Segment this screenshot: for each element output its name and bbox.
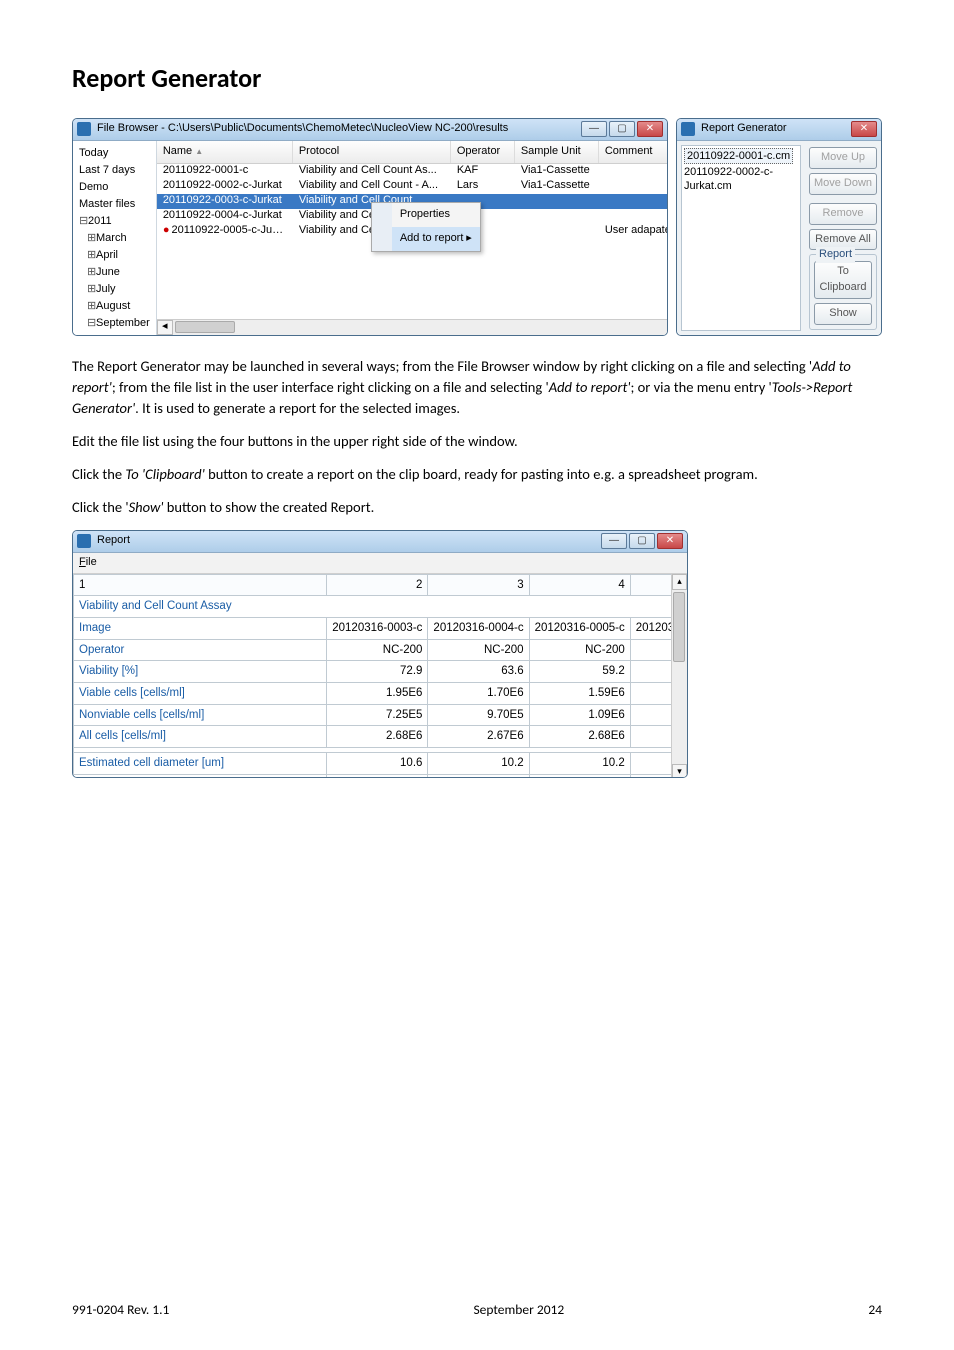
report-generator-title: Report Generator (701, 121, 851, 137)
file-browser-window: File Browser - C:\Users\Public\Documents… (72, 118, 668, 336)
page-footer: 991-0204 Rev. 1.1 September 2012 24 (72, 1300, 882, 1320)
maximize-button[interactable]: ▢ (629, 533, 655, 549)
expand-icon[interactable]: ⊞ (87, 231, 96, 246)
report-menubar[interactable]: File (73, 553, 687, 574)
col-index: 3 (428, 574, 529, 596)
table-row: Image20120316-0003-c20120316-0004-c20120… (74, 618, 688, 640)
table-row: Cell diameter standard deviation [um]4.8… (74, 774, 688, 778)
file-menu[interactable]: File (79, 556, 97, 568)
app-icon (681, 122, 695, 136)
move-down-button[interactable]: Move Down (809, 173, 877, 195)
file-list[interactable]: 20110922-0001-c Viability and Cell Count… (157, 164, 668, 319)
table-row: Estimated cell diameter [um]10.610.210.2… (74, 753, 688, 775)
report-titlebar[interactable]: Report — ▢ ✕ (73, 531, 687, 553)
remove-button[interactable]: Remove (809, 203, 877, 225)
scroll-up-icon[interactable]: ▴ (672, 574, 687, 590)
app-icon (77, 534, 91, 548)
col-name[interactable]: Name ▲ (157, 141, 293, 163)
minimize-button[interactable]: — (581, 121, 607, 137)
submenu-arrow-icon: ▸ (466, 231, 472, 247)
col-protocol[interactable]: Protocol (293, 141, 451, 163)
tree-last7[interactable]: Last 7 days (77, 162, 152, 179)
list-item-selected[interactable]: 20110922-0001-c.cm (684, 148, 793, 164)
file-row[interactable]: 20110922-0001-c Viability and Cell Count… (157, 164, 668, 179)
horizontal-scrollbar[interactable]: ◂ ▸ (157, 319, 668, 335)
scroll-left-icon[interactable]: ◂ (157, 320, 173, 335)
table-row: All cells [cells/ml]2.68E62.67E62.68E62.… (74, 726, 688, 748)
folder-tree[interactable]: Today Last 7 days Demo Master files ⊟201… (73, 141, 157, 335)
collapse-icon[interactable]: ⊟ (79, 214, 88, 229)
menu-add-to-report[interactable]: Add to report ▸ (372, 227, 480, 251)
list-item[interactable]: 20110922-0002-c-Jurkat.cm (684, 166, 773, 192)
scroll-thumb[interactable] (673, 592, 685, 662)
body-paragraph: Click the To 'Clipboard' button to creat… (72, 464, 882, 485)
collapse-icon[interactable]: ⊟ (87, 316, 96, 331)
col-sample-unit[interactable]: Sample Unit (515, 141, 599, 163)
footer-center: September 2012 (473, 1300, 564, 1320)
tree-march[interactable]: ⊞March (77, 230, 152, 247)
expand-icon[interactable]: ⊞ (87, 299, 96, 314)
report-title: Report (97, 533, 601, 549)
report-group: Report To Clipboard Show (809, 254, 877, 330)
col-operator[interactable]: Operator (451, 141, 515, 163)
report-group-label: Report (816, 247, 855, 263)
table-row: Viability [%]72.963.659.248.7 (74, 661, 688, 683)
expand-icon[interactable]: ⊞ (87, 248, 96, 263)
tree-22[interactable]: 22 (77, 332, 152, 336)
tree-2011[interactable]: ⊟2011 (77, 213, 152, 230)
move-up-button[interactable]: Move Up (809, 147, 877, 169)
report-table: 1 2 3 4 5 Viability and Cell Count Assay… (73, 574, 687, 778)
tree-september[interactable]: ⊟September (77, 315, 152, 332)
vertical-scrollbar[interactable]: ▴ ▾ (671, 574, 687, 778)
show-button[interactable]: Show (814, 303, 872, 325)
tree-today[interactable]: Today (77, 145, 152, 162)
col-index: 1 (74, 574, 327, 596)
file-row[interactable]: 20110922-0002-c-Jurkat Viability and Cel… (157, 179, 668, 194)
report-generator-titlebar[interactable]: Report Generator ✕ (677, 119, 881, 141)
table-row: Viable cells [cells/ml]1.95E61.70E61.59E… (74, 683, 688, 705)
minimize-button[interactable]: — (601, 533, 627, 549)
close-button[interactable]: ✕ (637, 121, 663, 137)
tree-demo[interactable]: Demo (77, 179, 152, 196)
table-row: OperatorNC-200NC-200NC-200NC-200 (74, 639, 688, 661)
app-icon (77, 122, 91, 136)
table-row: Nonviable cells [cells/ml]7.25E59.70E51.… (74, 704, 688, 726)
file-browser-titlebar[interactable]: File Browser - C:\Users\Public\Documents… (73, 119, 667, 141)
page-title: Report Generator (72, 60, 882, 98)
maximize-button[interactable]: ▢ (609, 121, 635, 137)
footer-left: 991-0204 Rev. 1.1 (72, 1300, 169, 1320)
scroll-thumb[interactable] (175, 321, 235, 333)
menu-properties[interactable]: Properties (372, 203, 480, 227)
file-browser-title: File Browser - C:\Users\Public\Documents… (97, 121, 581, 137)
close-button[interactable]: ✕ (851, 121, 877, 137)
scroll-down-icon[interactable]: ▾ (672, 764, 687, 778)
expand-icon[interactable]: ⊞ (87, 282, 96, 297)
body-paragraph: The Report Generator may be launched in … (72, 356, 882, 419)
tree-april[interactable]: ⊞April (77, 247, 152, 264)
col-index: 4 (529, 574, 630, 596)
body-paragraph: Edit the file list using the four button… (72, 431, 882, 452)
report-file-list[interactable]: 20110922-0001-c.cm 20110922-0002-c-Jurka… (681, 145, 801, 331)
file-list-headers[interactable]: Name ▲ Protocol Operator Sample Unit Com… (157, 141, 668, 164)
table-row: Viability and Cell Count Assay (74, 596, 688, 618)
to-clipboard-button[interactable]: To Clipboard (814, 261, 872, 299)
body-paragraph: Click the 'Show' button to show the crea… (72, 497, 882, 518)
col-index: 2 (327, 574, 428, 596)
report-window: Report — ▢ ✕ File 1 2 3 4 5 Viability an… (72, 530, 688, 778)
tree-august[interactable]: ⊞August (77, 298, 152, 315)
table-header-row: 1 2 3 4 5 (74, 574, 688, 596)
col-comment[interactable]: Comment (599, 141, 668, 163)
footer-right: 24 (868, 1300, 882, 1320)
tree-june[interactable]: ⊞June (77, 264, 152, 281)
tree-master[interactable]: Master files (77, 196, 152, 213)
tree-july[interactable]: ⊞July (77, 281, 152, 298)
report-generator-window: Report Generator ✕ 20110922-0001-c.cm 20… (676, 118, 882, 336)
context-menu[interactable]: Properties Add to report ▸ (371, 202, 481, 252)
expand-icon[interactable]: ⊞ (87, 265, 96, 280)
close-button[interactable]: ✕ (657, 533, 683, 549)
